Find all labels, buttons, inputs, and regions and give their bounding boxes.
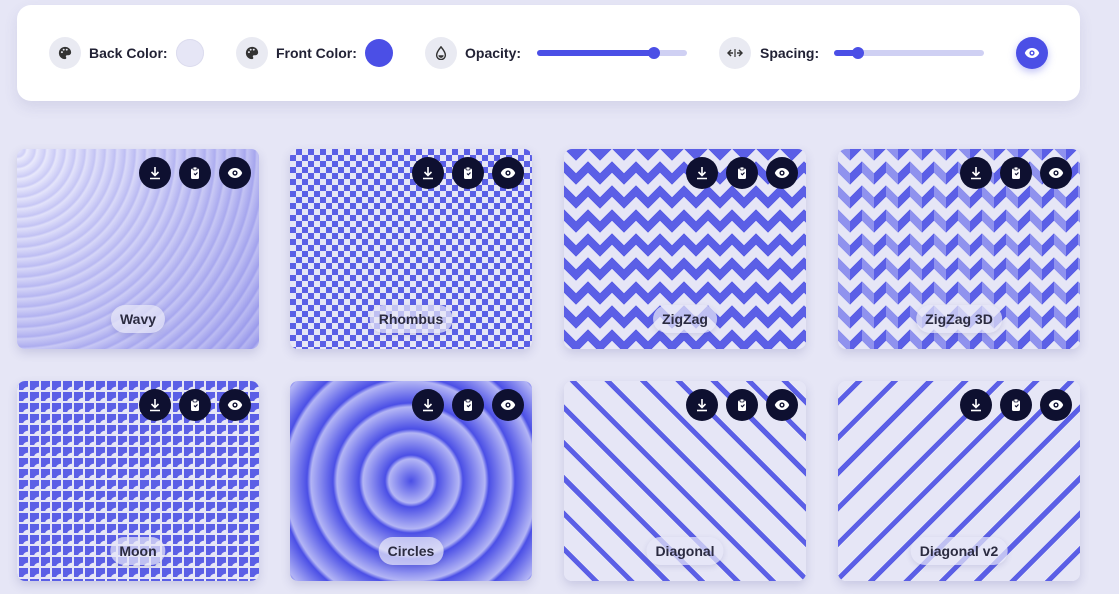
copy-icon [1012, 166, 1020, 179]
pattern-card-moon[interactable]: Moon [17, 381, 259, 581]
pattern-name: Circles [378, 537, 444, 565]
pattern-card-wavy[interactable]: Wavy [17, 149, 259, 349]
view-button[interactable] [766, 157, 798, 189]
card-actions [412, 389, 524, 421]
opacity-slider[interactable] [537, 47, 687, 59]
pattern-card-circles[interactable]: Circles [290, 381, 532, 581]
download-button[interactable] [139, 389, 171, 421]
front-color-label: Front Color: [276, 45, 357, 61]
eye-icon [227, 400, 243, 410]
pattern-card-rhombus[interactable]: Rhombus [290, 149, 532, 349]
pattern-name: ZigZag 3D [916, 305, 1002, 333]
pattern-name: Diagonal v2 [910, 537, 1008, 565]
download-icon [423, 167, 433, 180]
download-button[interactable] [960, 157, 992, 189]
download-icon [971, 399, 981, 412]
spacing-slider[interactable] [834, 47, 984, 59]
pattern-card-diagonal[interactable]: Diagonal [564, 381, 806, 581]
card-actions [139, 157, 251, 189]
opacity-slider-thumb[interactable] [648, 47, 660, 59]
view-button[interactable] [492, 389, 524, 421]
copy-icon [464, 398, 472, 411]
download-icon [150, 399, 160, 412]
copy-css-button[interactable] [179, 389, 211, 421]
pattern-card-diagonal-v2[interactable]: Diagonal v2 [838, 381, 1080, 581]
opacity-slider-fill [537, 50, 654, 56]
pattern-name: Diagonal [646, 537, 724, 565]
eye-icon [1024, 48, 1040, 58]
download-icon [697, 167, 707, 180]
preview-toggle-button[interactable] [1016, 37, 1048, 69]
palette-icon [236, 37, 268, 69]
copy-icon [1012, 398, 1020, 411]
copy-css-button[interactable] [1000, 157, 1032, 189]
arrows-horizontal-icon [719, 37, 751, 69]
card-actions [686, 157, 798, 189]
eye-icon [227, 168, 243, 178]
copy-icon [738, 398, 746, 411]
view-button[interactable] [1040, 157, 1072, 189]
download-button[interactable] [686, 389, 718, 421]
copy-css-button[interactable] [1000, 389, 1032, 421]
view-button[interactable] [219, 389, 251, 421]
download-icon [423, 399, 433, 412]
spacing-label: Spacing: [760, 45, 820, 61]
pattern-name: Wavy [110, 305, 166, 333]
back-color-label: Back Color: [89, 45, 168, 61]
card-actions [960, 389, 1072, 421]
copy-css-button[interactable] [452, 389, 484, 421]
pattern-toolbar: Back Color: Front Color: Opacity: Spacin… [17, 5, 1080, 101]
pattern-card-zigzag[interactable]: ZigZag [564, 149, 806, 349]
pattern-card-zigzag-3d[interactable]: ZigZag 3D [838, 149, 1080, 349]
card-actions [139, 389, 251, 421]
pattern-name: ZigZag [653, 305, 717, 333]
pattern-name: Rhombus [369, 305, 453, 333]
eye-icon [1048, 168, 1064, 178]
back-color-swatch[interactable] [176, 39, 204, 67]
card-actions [960, 157, 1072, 189]
droplet-icon [425, 37, 457, 69]
download-button[interactable] [686, 157, 718, 189]
download-button[interactable] [412, 389, 444, 421]
eye-icon [774, 400, 790, 410]
view-button[interactable] [492, 157, 524, 189]
copy-css-button[interactable] [726, 389, 758, 421]
download-button[interactable] [412, 157, 444, 189]
eye-icon [500, 168, 516, 178]
card-actions [412, 157, 524, 189]
palette-icon [49, 37, 81, 69]
opacity-label: Opacity: [465, 45, 522, 61]
front-color-swatch[interactable] [365, 39, 393, 67]
download-button[interactable] [960, 389, 992, 421]
view-button[interactable] [1040, 389, 1072, 421]
download-button[interactable] [139, 157, 171, 189]
eye-icon [1048, 400, 1064, 410]
pattern-name: Moon [110, 537, 166, 565]
download-icon [150, 167, 160, 180]
copy-icon [191, 166, 199, 179]
copy-icon [191, 398, 199, 411]
copy-css-button[interactable] [726, 157, 758, 189]
copy-css-button[interactable] [452, 157, 484, 189]
copy-icon [738, 166, 746, 179]
eye-icon [500, 400, 516, 410]
copy-css-button[interactable] [179, 157, 211, 189]
view-button[interactable] [219, 157, 251, 189]
download-icon [971, 167, 981, 180]
spacing-slider-thumb[interactable] [852, 47, 864, 59]
download-icon [697, 399, 707, 412]
copy-icon [464, 166, 472, 179]
view-button[interactable] [766, 389, 798, 421]
eye-icon [774, 168, 790, 178]
card-actions [686, 389, 798, 421]
